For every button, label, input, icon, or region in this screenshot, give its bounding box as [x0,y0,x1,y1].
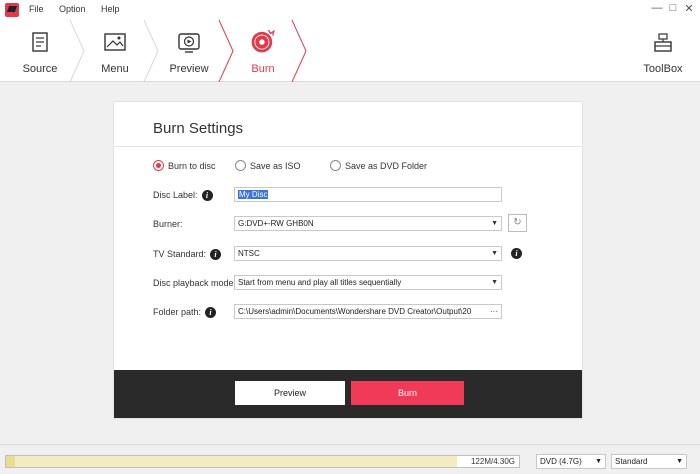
burn-button[interactable]: Burn [351,381,464,405]
step-preview[interactable]: Preview [154,20,224,82]
radio-save-as-dvd-folder-label: Save as DVD Folder [345,161,428,171]
refresh-burner-button[interactable]: ↻ [508,214,527,232]
radio-burn-to-disc[interactable]: Burn to disc [153,159,216,173]
toolbox-button[interactable]: ToolBox [630,20,696,82]
tv-standard-label: TV Standard: [153,249,207,259]
panel-footer: Preview Burn [114,370,582,418]
burner-select[interactable]: G:DVD+-RW GHB0N ▼ [234,216,502,231]
preview-play-icon [178,33,200,53]
disc-label-row: Disc Label: i [153,188,213,202]
preview-button[interactable]: Preview [235,381,345,405]
disc-type-select[interactable]: DVD (4.7G) ▼ [536,454,606,469]
info-icon[interactable]: i [201,190,213,202]
step-preview-label: Preview [169,63,209,75]
refresh-icon: ↻ [513,217,522,228]
disc-burn-icon [251,29,275,53]
burner-label: Burner: [153,219,183,229]
tv-standard-info-icon[interactable]: i [511,248,522,259]
step-source[interactable]: Source [0,20,80,82]
step-menu[interactable]: Menu [80,20,150,82]
maximize-button[interactable]: □ [666,2,680,14]
toolbox-icon [654,33,672,52]
capacity-text: 122M/4.30G [470,457,515,466]
menu-help[interactable]: Help [101,4,120,14]
chevron-down-icon: ▼ [595,458,602,465]
menu-option[interactable]: Option [59,4,86,14]
chevron-down-icon: ▼ [491,220,498,227]
radio-dot [330,160,341,171]
step-source-label: Source [22,63,58,75]
info-icon[interactable]: i [210,249,222,261]
playback-mode-label: Disc playback mode: [153,278,237,288]
document-icon [32,32,48,52]
disc-capacity-bar: 122M/4.30G [5,455,520,468]
radio-dot [235,160,246,171]
status-bar: 122M/4.30G DVD (4.7G) ▼ Standard ▼ [0,444,700,474]
chevron-down-icon: ▼ [491,279,498,286]
capacity-fill [6,456,458,467]
minimize-button[interactable]: — [650,2,664,14]
quality-value: Standard [615,457,648,466]
disc-type-value: DVD (4.7G) [540,457,582,466]
playback-mode-row: Disc playback mode: [153,276,236,290]
playback-mode-select[interactable]: Start from menu and play all titles sequ… [234,275,502,290]
step-burn[interactable]: Burn [228,20,298,82]
folder-path-row: Folder path: i [153,305,217,319]
browse-folder-button[interactable]: ··· [488,305,498,318]
panel-title: Burn Settings [153,120,244,137]
burner-row: Burner: [153,217,183,231]
chevron-down-icon: ▼ [676,458,683,465]
chevron-down-icon: ▼ [491,250,498,257]
radio-dot [153,160,164,171]
menu-file[interactable]: File [29,4,44,14]
title-bar: File Option Help — □ ✕ [0,0,700,20]
step-burn-label: Burn [251,63,275,75]
app-logo-icon [5,3,19,17]
disc-label-value: My Disc [238,190,269,199]
folder-path-input[interactable]: C:\Users\admin\Documents\Wondershare DVD… [234,304,502,319]
burn-settings-panel: Burn Settings Burn to disc Save as ISO S… [113,101,583,419]
quality-select[interactable]: Standard ▼ [611,454,687,469]
close-button[interactable]: ✕ [682,2,696,15]
radio-burn-to-disc-label: Burn to disc [168,161,216,171]
panel-divider [114,146,582,147]
disc-label-input[interactable]: My Disc [234,187,502,202]
toolbox-label: ToolBox [643,63,683,75]
tv-standard-select[interactable]: NTSC ▼ [234,246,502,261]
menu-picture-icon [104,33,126,51]
disc-label-label: Disc Label: [153,190,198,200]
playback-mode-value: Start from menu and play all titles sequ… [238,278,402,287]
tv-standard-value: NTSC [238,249,260,258]
folder-path-value: C:\Users\admin\Documents\Wondershare DVD… [238,307,472,316]
step-toolbar: Source Menu Preview Burn ToolBox [0,20,700,82]
burner-value: G:DVD+-RW GHB0N [238,219,314,228]
tv-standard-row: TV Standard: i [153,247,222,261]
radio-save-as-iso-label: Save as ISO [250,161,301,171]
step-menu-label: Menu [101,63,129,75]
radio-save-as-iso[interactable]: Save as ISO [235,159,301,173]
folder-path-label: Folder path: [153,307,202,317]
info-icon[interactable]: i [205,307,217,319]
radio-save-as-dvd-folder[interactable]: Save as DVD Folder [330,159,427,173]
